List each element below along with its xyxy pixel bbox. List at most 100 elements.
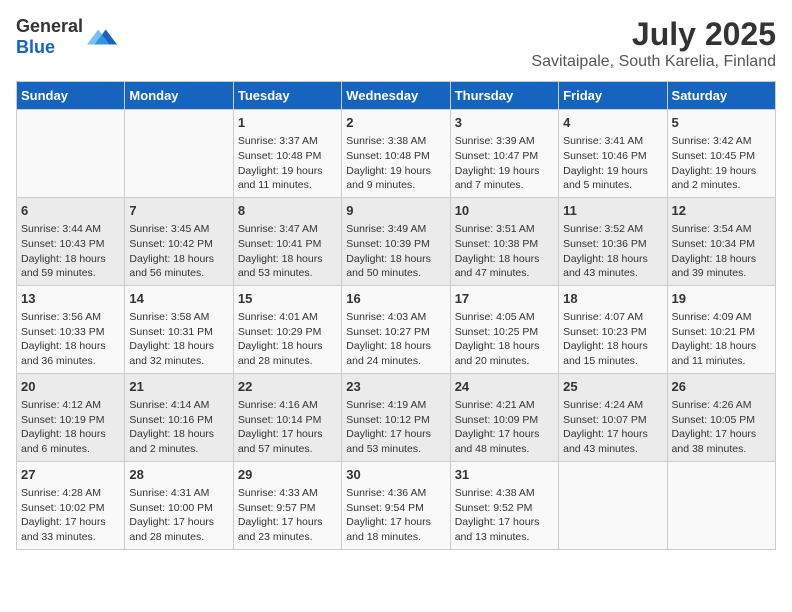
calendar-cell: 14 Sunrise: 3:58 AM Sunset: 10:31 PM Dayl… [125, 285, 233, 373]
logo-icon [87, 22, 117, 52]
day-info: Sunrise: 4:21 AM Sunset: 10:09 PM Daylig… [455, 398, 554, 457]
calendar-cell: 26 Sunrise: 4:26 AM Sunset: 10:05 PM Dayl… [667, 373, 775, 461]
day-info: Sunrise: 3:52 AM Sunset: 10:36 PM Daylig… [563, 222, 662, 281]
col-tuesday: Tuesday [233, 82, 341, 110]
day-info: Sunrise: 4:33 AM Sunset: 9:57 PM Dayligh… [238, 486, 337, 545]
calendar-cell: 20Sunrise: 4:12 AM Sunset: 10:19 PM Dayl… [17, 373, 125, 461]
day-number: 28 [129, 466, 228, 484]
calendar-cell: 11Sunrise: 3:52 AM Sunset: 10:36 PM Dayl… [559, 197, 667, 285]
day-info: Sunrise: 4:14 AM Sunset: 10:16 PM Daylig… [129, 398, 228, 457]
day-number: 26 [672, 378, 771, 396]
calendar-cell: 2 Sunrise: 3:38 AM Sunset: 10:48 PM Dayli… [342, 110, 450, 198]
day-number: 29 [238, 466, 337, 484]
day-info: Sunrise: 4:28 AM Sunset: 10:02 PM Daylig… [21, 486, 120, 545]
calendar-cell [667, 461, 775, 549]
day-info: Sunrise: 3:54 AM Sunset: 10:34 PM Daylig… [672, 222, 771, 281]
calendar-cell: 9 Sunrise: 3:49 AM Sunset: 10:39 PM Dayli… [342, 197, 450, 285]
calendar-cell: 30 Sunrise: 4:36 AM Sunset: 9:54 PM Dayli… [342, 461, 450, 549]
calendar-cell: 15Sunrise: 4:01 AM Sunset: 10:29 PM Dayl… [233, 285, 341, 373]
day-number: 27 [21, 466, 120, 484]
day-number: 18 [563, 290, 662, 308]
calendar-cell: 10 Sunrise: 3:51 AM Sunset: 10:38 PM Dayl… [450, 197, 558, 285]
day-number: 12 [672, 202, 771, 220]
title-block: July 2025 Savitaipale, South Karelia, Fi… [531, 16, 776, 71]
page-header: General Blue July 2025 Savitaipale, Sout… [16, 16, 776, 71]
calendar-cell: 22 Sunrise: 4:16 AM Sunset: 10:14 PM Dayl… [233, 373, 341, 461]
day-info: Sunrise: 4:07 AM Sunset: 10:23 PM Daylig… [563, 310, 662, 369]
calendar-cell: 24 Sunrise: 4:21 AM Sunset: 10:09 PM Dayl… [450, 373, 558, 461]
calendar-header-row: Sunday Monday Tuesday Wednesday Thursday… [17, 82, 776, 110]
calendar-cell: 5 Sunrise: 3:42 AM Sunset: 10:45 PM Dayli… [667, 110, 775, 198]
day-info: Sunrise: 3:47 AM Sunset: 10:41 PM Daylig… [238, 222, 337, 281]
day-number: 1 [238, 114, 337, 132]
calendar-cell: 23Sunrise: 4:19 AM Sunset: 10:12 PM Dayl… [342, 373, 450, 461]
day-number: 14 [129, 290, 228, 308]
day-info: Sunrise: 3:49 AM Sunset: 10:39 PM Daylig… [346, 222, 445, 281]
day-number: 6 [21, 202, 120, 220]
day-number: 4 [563, 114, 662, 132]
day-info: Sunrise: 3:39 AM Sunset: 10:47 PM Daylig… [455, 134, 554, 193]
day-info: Sunrise: 4:12 AM Sunset: 10:19 PM Daylig… [21, 398, 120, 457]
calendar-cell: 16 Sunrise: 4:03 AM Sunset: 10:27 PM Dayl… [342, 285, 450, 373]
calendar-week-row: 20Sunrise: 4:12 AM Sunset: 10:19 PM Dayl… [17, 373, 776, 461]
day-info: Sunrise: 3:51 AM Sunset: 10:38 PM Daylig… [455, 222, 554, 281]
day-info: Sunrise: 4:31 AM Sunset: 10:00 PM Daylig… [129, 486, 228, 545]
calendar-cell [125, 110, 233, 198]
day-info: Sunrise: 3:45 AM Sunset: 10:42 PM Daylig… [129, 222, 228, 281]
day-info: Sunrise: 4:05 AM Sunset: 10:25 PM Daylig… [455, 310, 554, 369]
calendar-cell: 17 Sunrise: 4:05 AM Sunset: 10:25 PM Dayl… [450, 285, 558, 373]
day-info: Sunrise: 4:36 AM Sunset: 9:54 PM Dayligh… [346, 486, 445, 545]
calendar-cell: 28 Sunrise: 4:31 AM Sunset: 10:00 PM Dayl… [125, 461, 233, 549]
calendar-cell: 1 Sunrise: 3:37 AM Sunset: 10:48 PM Dayli… [233, 110, 341, 198]
calendar-cell: 27 Sunrise: 4:28 AM Sunset: 10:02 PM Dayl… [17, 461, 125, 549]
day-info: Sunrise: 3:37 AM Sunset: 10:48 PM Daylig… [238, 134, 337, 193]
day-number: 23 [346, 378, 445, 396]
calendar-cell: 21Sunrise: 4:14 AM Sunset: 10:16 PM Dayl… [125, 373, 233, 461]
day-number: 7 [129, 202, 228, 220]
calendar-cell [17, 110, 125, 198]
calendar-cell: 12 Sunrise: 3:54 AM Sunset: 10:34 PM Dayl… [667, 197, 775, 285]
day-info: Sunrise: 4:38 AM Sunset: 9:52 PM Dayligh… [455, 486, 554, 545]
day-number: 8 [238, 202, 337, 220]
calendar-subtitle: Savitaipale, South Karelia, Finland [531, 53, 776, 71]
day-info: Sunrise: 3:41 AM Sunset: 10:46 PM Daylig… [563, 134, 662, 193]
col-sunday: Sunday [17, 82, 125, 110]
col-wednesday: Wednesday [342, 82, 450, 110]
day-info: Sunrise: 3:56 AM Sunset: 10:33 PM Daylig… [21, 310, 120, 369]
day-info: Sunrise: 3:38 AM Sunset: 10:48 PM Daylig… [346, 134, 445, 193]
col-saturday: Saturday [667, 82, 775, 110]
day-info: Sunrise: 4:03 AM Sunset: 10:27 PM Daylig… [346, 310, 445, 369]
day-number: 19 [672, 290, 771, 308]
day-info: Sunrise: 3:58 AM Sunset: 10:31 PM Daylig… [129, 310, 228, 369]
day-number: 13 [21, 290, 120, 308]
day-info: Sunrise: 4:26 AM Sunset: 10:05 PM Daylig… [672, 398, 771, 457]
day-number: 10 [455, 202, 554, 220]
calendar-week-row: 1 Sunrise: 3:37 AM Sunset: 10:48 PM Dayli… [17, 110, 776, 198]
day-number: 25 [563, 378, 662, 396]
day-number: 17 [455, 290, 554, 308]
calendar-cell: 31 Sunrise: 4:38 AM Sunset: 9:52 PM Dayli… [450, 461, 558, 549]
day-info: Sunrise: 3:42 AM Sunset: 10:45 PM Daylig… [672, 134, 771, 193]
day-number: 2 [346, 114, 445, 132]
calendar-cell: 19Sunrise: 4:09 AM Sunset: 10:21 PM Dayl… [667, 285, 775, 373]
col-thursday: Thursday [450, 82, 558, 110]
calendar-cell: 25Sunrise: 4:24 AM Sunset: 10:07 PM Dayl… [559, 373, 667, 461]
day-number: 5 [672, 114, 771, 132]
col-monday: Monday [125, 82, 233, 110]
day-number: 24 [455, 378, 554, 396]
day-info: Sunrise: 3:44 AM Sunset: 10:43 PM Daylig… [21, 222, 120, 281]
day-number: 16 [346, 290, 445, 308]
day-number: 22 [238, 378, 337, 396]
calendar-table: Sunday Monday Tuesday Wednesday Thursday… [16, 81, 776, 550]
day-info: Sunrise: 4:16 AM Sunset: 10:14 PM Daylig… [238, 398, 337, 457]
day-number: 15 [238, 290, 337, 308]
day-number: 30 [346, 466, 445, 484]
day-number: 31 [455, 466, 554, 484]
calendar-week-row: 13 Sunrise: 3:56 AM Sunset: 10:33 PM Dayl… [17, 285, 776, 373]
logo-general: General [16, 16, 83, 36]
logo-blue: Blue [16, 37, 55, 57]
calendar-cell: 13 Sunrise: 3:56 AM Sunset: 10:33 PM Dayl… [17, 285, 125, 373]
day-number: 3 [455, 114, 554, 132]
calendar-week-row: 6 Sunrise: 3:44 AM Sunset: 10:43 PM Dayli… [17, 197, 776, 285]
day-number: 9 [346, 202, 445, 220]
